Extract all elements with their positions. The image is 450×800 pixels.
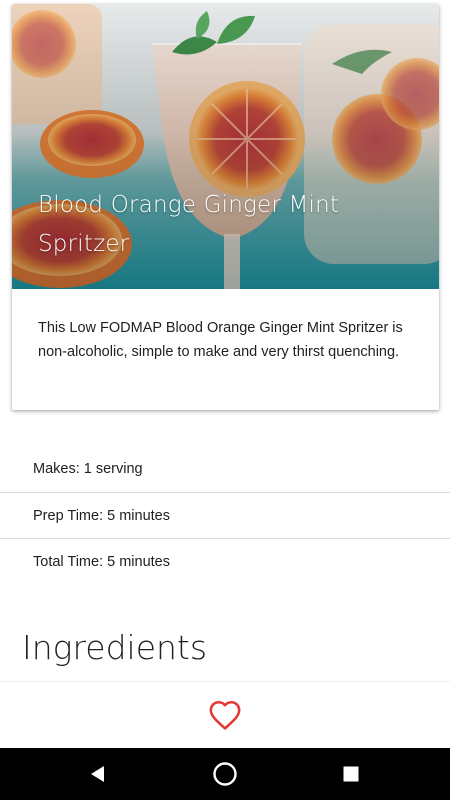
recipe-title: Blood Orange Ginger Mint Spritzer — [38, 192, 340, 257]
bottom-action-bar — [0, 681, 450, 748]
total-time-row: Total Time: 5 minutes — [33, 554, 170, 570]
recipe-card: Blood Orange Ginger Mint Spritzer This L… — [12, 4, 439, 410]
recipe-hero-image: Blood Orange Ginger Mint Spritzer — [12, 4, 439, 289]
recents-button[interactable] — [321, 748, 381, 800]
home-circle-icon — [213, 762, 237, 786]
back-button[interactable] — [68, 748, 128, 800]
home-button[interactable] — [195, 748, 255, 800]
prep-time-row: Prep Time: 5 minutes — [33, 508, 170, 524]
system-navigation-bar — [0, 748, 450, 800]
recents-square-icon — [343, 766, 359, 782]
ingredients-heading: Ingredients — [22, 628, 208, 667]
makes-row: Makes: 1 serving — [33, 461, 143, 477]
favorite-button[interactable] — [205, 695, 245, 735]
heart-outline-icon — [209, 700, 241, 730]
back-triangle-icon — [91, 766, 104, 782]
recipe-description: This Low FODMAP Blood Orange Ginger Mint… — [38, 320, 403, 360]
